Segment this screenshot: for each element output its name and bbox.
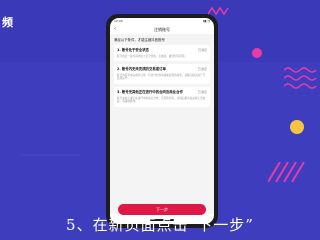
- condition-desc: 账号在近一段时间内处于安全状态，无被盗、被封禁等风险。: [117, 54, 188, 58]
- condition-title: 2. 账号内无未完成的交易或订单: [117, 67, 166, 72]
- page-title: 注销账号: [154, 26, 170, 32]
- intro-text: 满足以下条件，才能注销抖音账号: [114, 38, 165, 42]
- wave-decoration-icon: [284, 67, 317, 89]
- condition-card: 3. 账号无其他正在进行中的合同及商业合作 已满足 账号未参与或正在进行中的商业…: [114, 86, 210, 107]
- stripes-decoration-icon: [268, 162, 305, 182]
- condition-title: 3. 账号无其他正在进行中的合同及商业合作: [117, 89, 183, 94]
- condition-desc: 账号未参与或正在进行中的商业合作、合同签约等。注销后相关权益将无法恢复，请谨慎操…: [117, 96, 206, 104]
- pink-dot-decoration: [252, 48, 262, 58]
- lines-decoration-icon: [20, 154, 80, 156]
- conditions-panel: 满足以下条件，才能注销抖音账号 1. 账号处于安全状态 已满足 账号在近一段时间…: [110, 34, 214, 214]
- back-arrow-icon[interactable]: ‹: [114, 26, 116, 32]
- nav-bar: ‹ 注销账号: [110, 25, 214, 34]
- condition-status: 已满足: [197, 48, 207, 52]
- condition-desc: 账号内没有未完成的订单、待支付的款项或未提现的资金。请确认相关资产已处理完毕。: [117, 73, 206, 81]
- condition-card: 1. 账号处于安全状态 已满足 账号在近一段时间内处于安全状态，无被盗、被封禁等…: [114, 45, 210, 62]
- brand-logo-text: 频: [2, 16, 13, 29]
- condition-title: 1. 账号处于安全状态: [117, 48, 149, 52]
- phone-screen: 12:00 ▮▮ ◔ ‹ 注销账号 满足以下条件，才能注销抖音账号 1. 账号处…: [110, 18, 214, 224]
- tutorial-caption: 5、在新页面点击“下一步”: [66, 216, 254, 234]
- yellow-circle-decoration: [290, 120, 304, 134]
- condition-card: 2. 账号内无未完成的交易或订单 已满足 账号内没有未完成的订单、待支付的款项或…: [114, 64, 210, 84]
- status-bar: 12:00 ▮▮ ◔: [110, 18, 214, 25]
- condition-status: 已满足: [197, 89, 207, 94]
- condition-status: 已满足: [197, 67, 207, 72]
